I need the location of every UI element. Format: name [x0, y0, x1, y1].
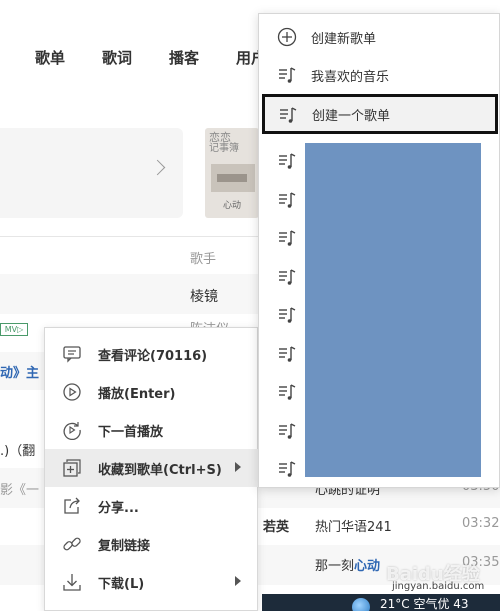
- play-next-icon: [63, 422, 81, 440]
- tab-playlists[interactable]: 歌单: [35, 47, 65, 68]
- play-icon: [63, 383, 81, 401]
- menu-item-view-comments[interactable]: 查看评论(70116): [45, 335, 259, 373]
- song-context-menu: 查看评论(70116) 播放(Enter) 下一首播放 收藏到歌单(Ctrl+S…: [44, 327, 259, 611]
- submenu-item-label: 我喜欢的音乐: [311, 70, 390, 85]
- album-title-line1: 恋恋: [209, 131, 231, 144]
- album-caption: 心动: [223, 201, 242, 211]
- menu-item-label: 复制链接: [98, 539, 151, 554]
- menu-item-label: 分享...: [98, 501, 139, 516]
- mv-badge[interactable]: MV▷: [0, 323, 28, 336]
- search-banner[interactable]: [0, 128, 183, 218]
- redacted-playlist-names: [305, 143, 481, 477]
- submenu-item-label: 创建新歌单: [311, 32, 377, 47]
- singer-cell[interactable]: 棱镜: [190, 286, 218, 306]
- menu-item-label: 下一首播放: [98, 425, 164, 440]
- playlist-icon: [279, 230, 296, 246]
- album-cell[interactable]: 热门华语241: [315, 516, 392, 535]
- menu-item-play[interactable]: 播放(Enter): [45, 373, 259, 411]
- comment-icon: [63, 346, 81, 363]
- duration-cell: 03:32: [462, 516, 500, 531]
- submenu-item-liked-music[interactable]: 我喜欢的音乐: [259, 55, 499, 93]
- submenu-item-create-new-playlist[interactable]: 创建新歌单: [259, 17, 499, 55]
- playlist-icon: [279, 67, 296, 83]
- song-title-cell[interactable]: 那一刻心动: [315, 555, 380, 574]
- column-header-singer: 歌手: [190, 252, 217, 267]
- song-subtitle: 影《一: [0, 483, 40, 498]
- album-title-line2: 记事簿: [209, 143, 239, 154]
- playlist-icon: [279, 384, 296, 400]
- menu-item-add-to-playlist[interactable]: 收藏到歌单(Ctrl+S): [45, 449, 259, 487]
- menu-item-label: 收藏到歌单(Ctrl+S): [98, 463, 222, 478]
- song-title-prefix: 那一刻: [315, 559, 355, 574]
- playlist-icon: [279, 461, 296, 477]
- search-highlight: 心动: [354, 559, 381, 574]
- submenu-item-create-a-playlist[interactable]: 创建一个歌单: [262, 94, 498, 134]
- menu-item-download[interactable]: 下载(L): [45, 563, 259, 601]
- share-icon: [64, 497, 80, 514]
- plus-circle-icon: [277, 27, 297, 47]
- link-icon: [63, 537, 81, 551]
- watermark-url: jingyan.baidu.com: [392, 581, 485, 592]
- tab-lyrics[interactable]: 歌词: [102, 47, 132, 68]
- chevron-right-icon[interactable]: [149, 159, 166, 176]
- playlist-icon: [279, 345, 296, 362]
- playlist-icon: [279, 153, 296, 169]
- playlist-icon: [279, 268, 296, 285]
- album-artwork: [211, 164, 255, 192]
- song-subtitle: .)（翻: [0, 444, 36, 459]
- weather-status: 21°C 空气优 43: [380, 597, 469, 611]
- add-to-playlist-icon: [63, 459, 81, 477]
- weather-icon: [352, 598, 370, 611]
- submenu-item-label: 创建一个歌单: [312, 109, 391, 124]
- playlist-icon: [279, 191, 296, 208]
- taskbar: 21°C 空气优 43: [262, 594, 500, 611]
- playlist-icon: [279, 422, 296, 439]
- download-icon: [63, 574, 81, 591]
- menu-item-label: 下载(L): [98, 577, 145, 592]
- menu-item-copy-link[interactable]: 复制链接: [45, 525, 259, 563]
- menu-item-label: 查看评论(70116): [98, 349, 208, 364]
- tab-podcasts[interactable]: 播客: [169, 47, 199, 68]
- playlist-icon: [280, 107, 297, 123]
- list-divider: [0, 236, 258, 237]
- song-subtitle: 动》主: [0, 366, 40, 381]
- singer-cell[interactable]: 若英: [263, 516, 289, 535]
- menu-item-label: 播放(Enter): [98, 387, 176, 402]
- album-cover[interactable]: 恋恋 记事簿 心动: [205, 128, 259, 218]
- submenu-arrow-icon: [235, 576, 241, 586]
- menu-item-play-next[interactable]: 下一首播放: [45, 411, 259, 449]
- submenu-arrow-icon: [235, 462, 241, 472]
- menu-item-share[interactable]: 分享...: [45, 487, 259, 525]
- playlist-icon: [279, 307, 296, 323]
